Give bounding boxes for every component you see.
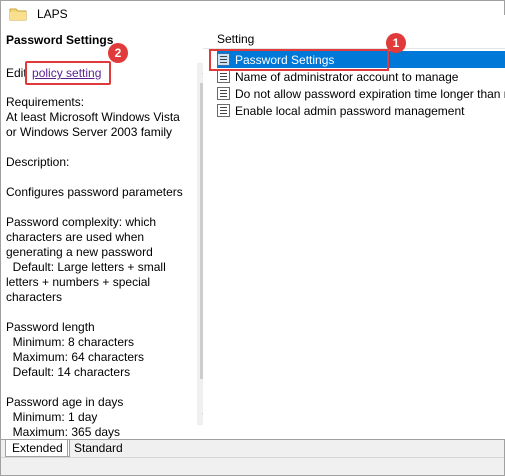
pane-title: Password Settings	[6, 33, 114, 47]
policy-setting-icon	[217, 70, 230, 83]
view-tabs: Extended Standard	[1, 439, 504, 457]
annotation-box-link	[25, 61, 111, 85]
policy-setting-icon	[217, 87, 230, 100]
column-header-label: Setting	[217, 32, 255, 46]
window-title: LAPS	[37, 7, 68, 21]
list-item[interactable]: Enable local admin password management	[217, 102, 505, 119]
edit-label: Edit	[6, 66, 27, 80]
annotation-box-item	[209, 49, 389, 71]
tab-standard[interactable]: Standard	[67, 440, 129, 457]
list-item-label: Enable local admin password management	[235, 103, 465, 118]
laps-window: LAPS Password Settings Edit policy setti…	[0, 0, 505, 476]
list-item[interactable]: Do not allow password expiration time lo…	[217, 85, 505, 102]
annotation-badge-2: 2	[108, 43, 128, 63]
annotation-badge-1: 1	[386, 33, 406, 53]
policy-description-text: Requirements: At least Microsoft Windows…	[6, 95, 183, 439]
column-header-setting[interactable]: Setting	[203, 29, 505, 49]
folder-icon	[9, 8, 27, 21]
list-item-label: Do not allow password expiration time lo…	[235, 86, 505, 101]
list-item-label: Name of administrator account to manage	[235, 69, 459, 84]
status-bar	[1, 457, 504, 475]
policy-description-pane: Password Settings Edit policy setting Re…	[1, 27, 194, 439]
tab-extended[interactable]: Extended	[5, 440, 70, 457]
policy-setting-icon	[217, 104, 230, 117]
settings-list-pane: Setting Password Settings Name of admini…	[203, 15, 505, 439]
